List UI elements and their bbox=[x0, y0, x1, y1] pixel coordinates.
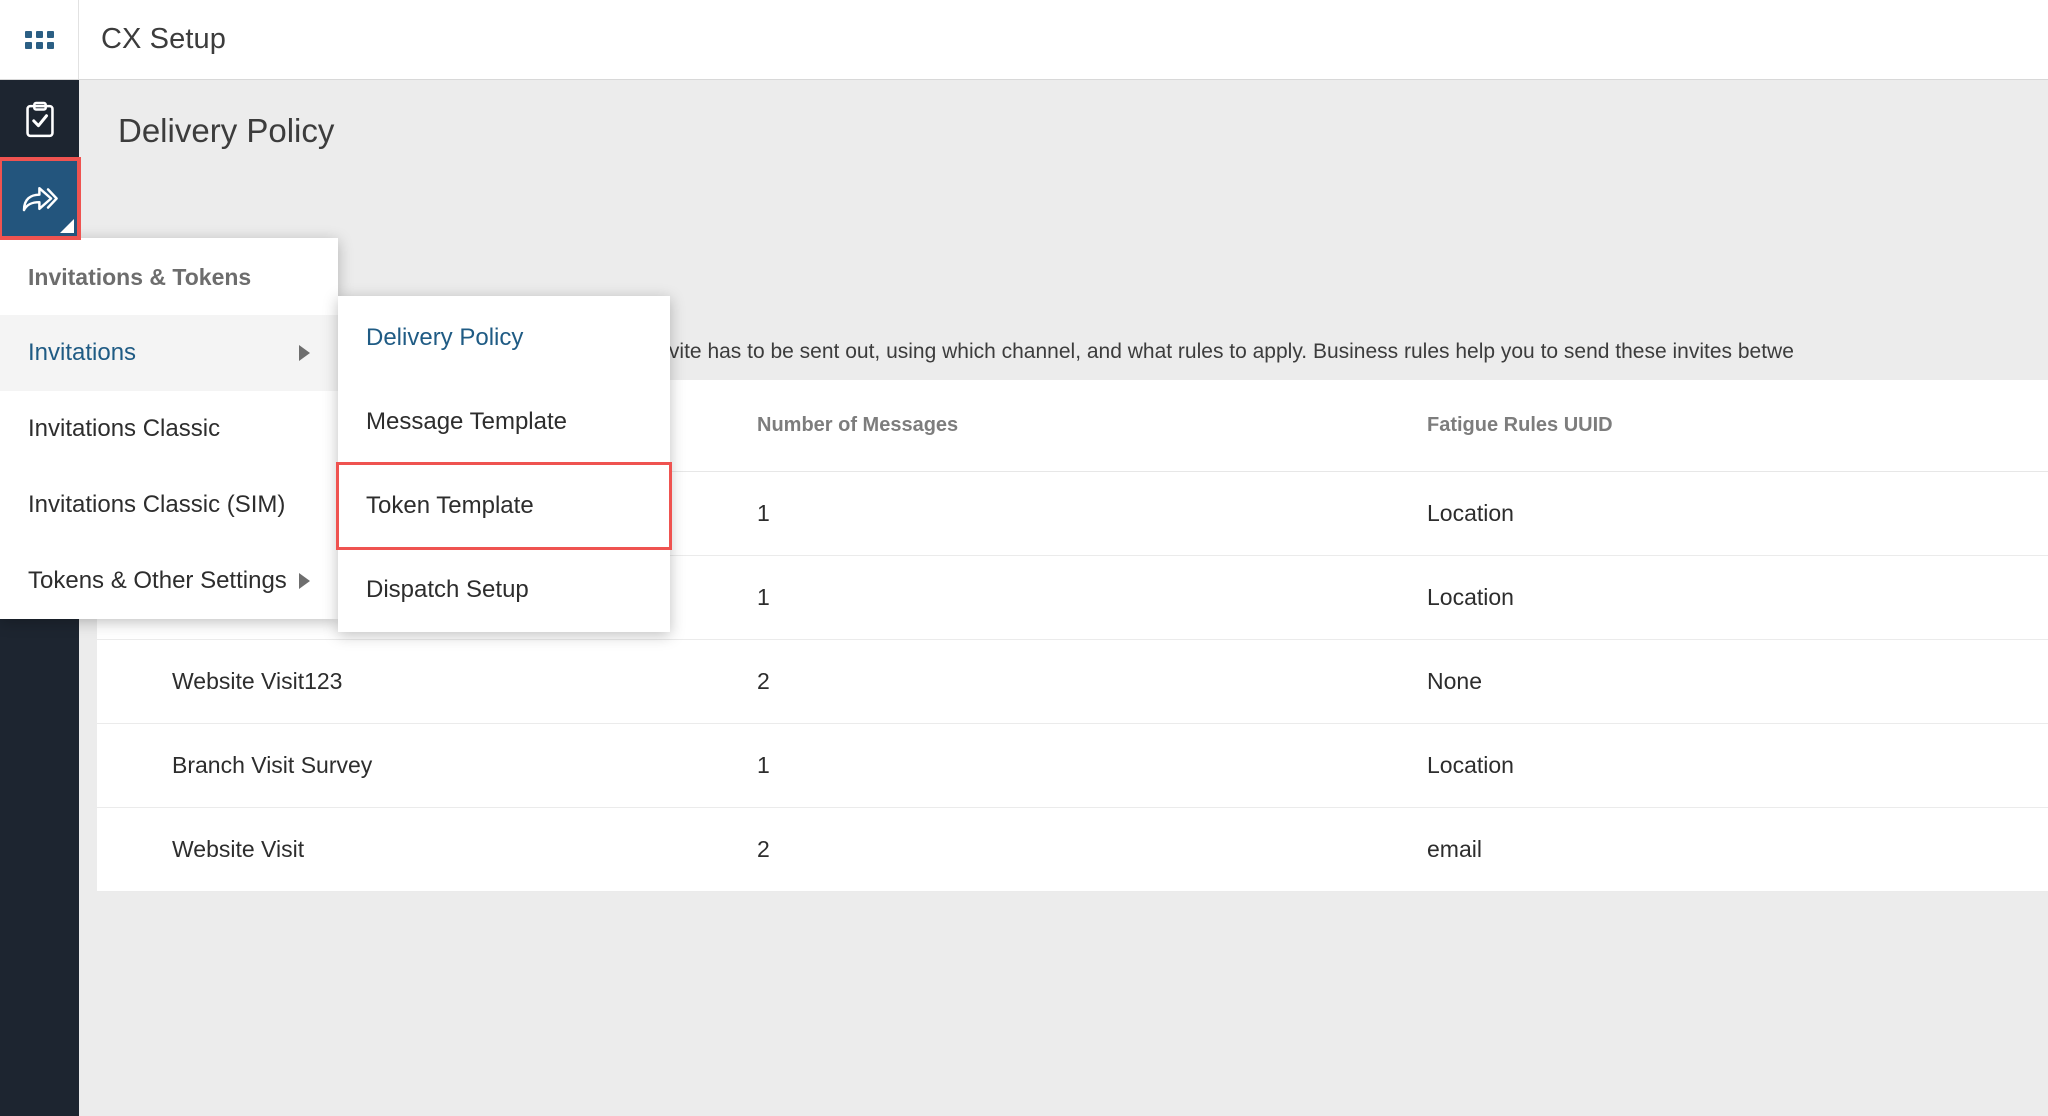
column-header-fatigue-rules-uuid[interactable]: Fatigue Rules UUID bbox=[1427, 380, 2048, 472]
share-arrow-icon bbox=[22, 186, 58, 211]
cell-name: Website Visit bbox=[97, 807, 757, 892]
table-row[interactable]: Branch Visit Survey 1 Location bbox=[97, 723, 2048, 808]
cell-name: Website Visit123 bbox=[97, 639, 757, 724]
sidebar-item-invitations-tokens[interactable] bbox=[0, 157, 81, 240]
table-row[interactable]: Website Visit123 2 None bbox=[97, 639, 2048, 724]
cell-messages: 2 bbox=[757, 639, 1427, 724]
menu-item-label: Tokens & Other Settings bbox=[28, 567, 287, 594]
page-title: Delivery Policy bbox=[118, 112, 335, 149]
submenu-item-delivery-policy[interactable]: Delivery Policy bbox=[338, 296, 670, 380]
submenu-item-dispatch-setup[interactable]: Dispatch Setup bbox=[338, 548, 670, 632]
app-launcher-button[interactable] bbox=[0, 0, 79, 79]
cell-messages: 1 bbox=[757, 471, 1427, 556]
menu-item-label: Invitations Classic bbox=[28, 415, 221, 442]
cell-uuid: None bbox=[1427, 639, 2048, 724]
submenu-item-message-template[interactable]: Message Template bbox=[338, 380, 670, 464]
menu-item-invitations-classic-sim[interactable]: Invitations Classic (SIM) bbox=[0, 467, 338, 543]
submenu-item-label: Token Template bbox=[366, 492, 534, 519]
cell-uuid: Location bbox=[1427, 555, 2048, 640]
cell-messages: 2 bbox=[757, 807, 1427, 892]
cell-name: Branch Visit Survey bbox=[97, 723, 757, 808]
menu-item-label: Invitations bbox=[28, 339, 137, 366]
cell-messages: 1 bbox=[757, 555, 1427, 640]
submenu-item-token-template[interactable]: Token Template bbox=[336, 462, 672, 550]
app-title: CX Setup bbox=[101, 23, 226, 55]
top-bar: CX Setup bbox=[0, 0, 2048, 80]
submenu-item-label: Dispatch Setup bbox=[366, 576, 529, 603]
cell-uuid: email bbox=[1427, 807, 2048, 892]
flyout-submenu-invitations: Delivery Policy Message Template Token T… bbox=[336, 296, 672, 632]
submenu-item-label: Delivery Policy bbox=[366, 324, 524, 351]
column-header-number-of-messages[interactable]: Number of Messages bbox=[757, 380, 1427, 472]
menu-item-label: Invitations Classic (SIM) bbox=[28, 491, 286, 518]
flyout-menu-invitations-tokens: Invitations & Tokens Invitations Invitat… bbox=[0, 238, 338, 619]
submenu-item-label: Message Template bbox=[366, 408, 567, 435]
grid-apps-icon bbox=[24, 30, 54, 49]
chevron-right-icon bbox=[299, 573, 310, 589]
clipboard-check-icon bbox=[25, 101, 54, 137]
cell-uuid: Location bbox=[1427, 723, 2048, 808]
menu-item-invitations[interactable]: Invitations bbox=[0, 315, 338, 391]
cell-uuid: Location bbox=[1427, 471, 2048, 556]
flyout-menu-header: Invitations & Tokens bbox=[28, 264, 252, 290]
submenu-indicator-icon bbox=[60, 219, 74, 233]
sidebar-item-surveys[interactable] bbox=[0, 80, 79, 159]
cell-messages: 1 bbox=[757, 723, 1427, 808]
application-window: CX Setup Delivery Policy A Delivery Poli… bbox=[0, 0, 2048, 1116]
chevron-right-icon bbox=[299, 345, 310, 361]
menu-item-invitations-classic[interactable]: Invitations Classic bbox=[0, 391, 338, 467]
menu-item-tokens-other-settings[interactable]: Tokens & Other Settings bbox=[0, 543, 338, 619]
table-row[interactable]: Website Visit 2 email bbox=[97, 807, 2048, 892]
